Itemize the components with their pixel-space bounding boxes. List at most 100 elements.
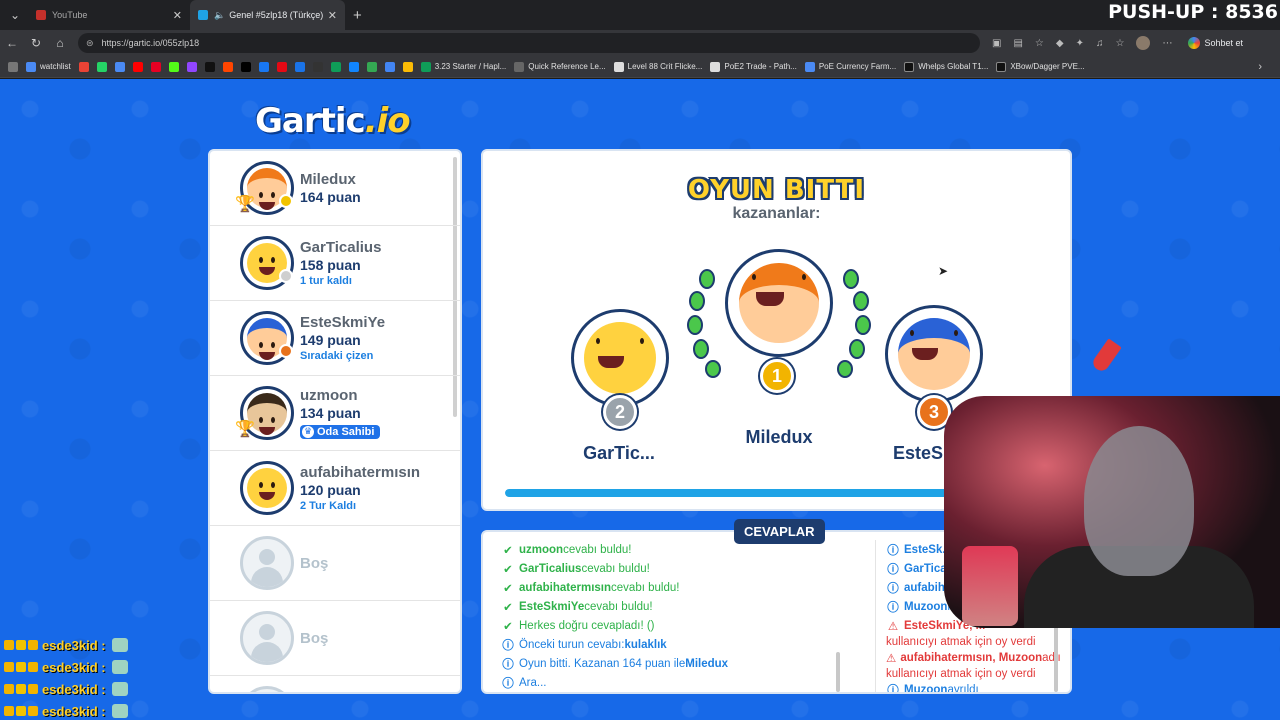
kick-icon[interactable]	[168, 61, 179, 72]
bookmark-site-icon[interactable]	[384, 61, 395, 72]
bookmark-poe-currency[interactable]: PoE Currency Farm...	[804, 61, 896, 72]
answer-message: ⓘ Oyun bitti. Kazanan 164 puan ile Miledu…	[501, 654, 851, 673]
twitch-icon[interactable]	[186, 61, 197, 72]
gmail-icon[interactable]	[78, 61, 89, 72]
extension-icon[interactable]: ◆	[1056, 38, 1064, 49]
message-highlight: kulaklık	[624, 638, 667, 651]
media-icon[interactable]: ♫	[1096, 38, 1104, 49]
empty-slot: Boş	[210, 526, 460, 601]
check-icon: ✔	[503, 563, 513, 576]
bookmarks-icon[interactable]: ☆	[1115, 38, 1124, 49]
profile-avatar[interactable]	[1136, 36, 1151, 50]
chevron-right-icon[interactable]: ›	[1258, 61, 1262, 73]
bookmark-quick-reference[interactable]: Quick Reference Le...	[514, 61, 606, 72]
message-text: cevabı buldu!	[584, 600, 653, 613]
new-tab-button[interactable]: +	[345, 7, 370, 24]
reader-icon[interactable]: ▤	[1013, 38, 1022, 49]
bookmark-watchlist[interactable]: watchlist	[26, 61, 71, 72]
winner-second-name: GarTic...	[583, 443, 655, 463]
tiktok-icon[interactable]	[204, 61, 215, 72]
bookmark-site-icon[interactable]	[294, 61, 305, 72]
bookmark-icon	[613, 61, 624, 72]
pushup-counter: PUSH-UP : 8536	[1108, 1, 1278, 23]
player-row[interactable]: 🏆 uzmoon 134 puan ♛ Oda Sahibi	[210, 376, 460, 451]
whatsapp-icon[interactable]	[96, 61, 107, 72]
message-user: uzmoon	[519, 543, 564, 556]
answer-message: ✔ aufabihatermısın cevabı buldu!	[501, 578, 851, 597]
bookmark-site-icon[interactable]	[330, 61, 341, 72]
avatar	[240, 311, 294, 365]
bookmark-site-icon[interactable]	[366, 61, 377, 72]
netflix-icon[interactable]	[276, 61, 287, 72]
trophy-icon: 🏆	[235, 196, 255, 213]
stream-chat-line: esde3kid :	[4, 700, 128, 720]
player-row[interactable]: EsteSkmiYe 149 puan Sıradaki çizen	[210, 301, 460, 376]
bookmark-icon	[804, 61, 815, 72]
player-status-text: 2 Tur Kaldı	[300, 500, 357, 512]
answer-message: ⓘ Ara...	[501, 673, 851, 692]
bookmark-poe2-trade[interactable]: PoE2 Trade - Path...	[710, 61, 797, 72]
bookmark-site-icon[interactable]	[312, 61, 323, 72]
answers-scrollbar[interactable]	[836, 652, 840, 692]
player-name: aufabihatermısın	[300, 464, 421, 481]
answer-message: ✔ GarTicalius cevabı buldu!	[501, 559, 851, 578]
bookmark-icon	[996, 61, 1007, 72]
close-tab-icon[interactable]: ✕	[328, 9, 337, 22]
reload-icon[interactable]: ↻	[24, 36, 48, 50]
install-icon[interactable]: ▣	[992, 38, 1001, 49]
gemini-chat-button[interactable]: Sohbet et	[1188, 37, 1243, 49]
gartic-logo: Gartic.io	[255, 101, 411, 141]
bookmark-starter[interactable]: 3.23 Starter / Hapl...	[420, 61, 506, 72]
status-dot	[279, 269, 293, 283]
star-icon[interactable]: ☆	[1035, 38, 1044, 49]
laurel-left-icon	[687, 269, 721, 378]
message-text: cevabı buldu!	[581, 562, 650, 575]
player-status-text: Sıradaki çizen	[300, 350, 374, 362]
tab-gartic[interactable]: 🔈 Genel #5zlp18 (Türkçe) - Gartic ✕	[190, 0, 345, 30]
tab-youtube[interactable]: YouTube ✕	[28, 0, 190, 30]
bookmark-icon	[904, 61, 915, 72]
home-icon[interactable]: ⌂	[48, 36, 72, 50]
player-row[interactable]: GarTicalius 158 puan 1 tur kaldı	[210, 226, 460, 301]
message-text: Ara...	[519, 676, 547, 689]
puzzle-icon[interactable]: ✦	[1076, 38, 1084, 49]
info-icon: ⓘ	[502, 677, 514, 690]
streamer-figure	[1084, 426, 1194, 576]
translate-icon[interactable]	[114, 61, 125, 72]
youtube-bookmark-icon[interactable]	[132, 61, 143, 72]
message-user: Muzoon	[904, 600, 948, 613]
answers-tab[interactable]: CEVAPLAR	[734, 519, 825, 544]
close-tab-icon[interactable]: ✕	[173, 9, 182, 22]
bookmark-site-icon[interactable]	[402, 61, 413, 72]
bookmark-whelps[interactable]: Whelps Global T1...	[904, 61, 988, 72]
tab-search-icon[interactable]: ⌄	[2, 2, 28, 28]
trophy-icon: 🏆	[235, 421, 255, 438]
player-row[interactable]: 🏆 Miledux 164 puan	[210, 151, 460, 226]
site-info-icon[interactable]: ⊜	[86, 38, 94, 49]
message-user: GarTicalius	[519, 562, 582, 575]
url-field[interactable]: ⊜ https://gartic.io/055zlp18	[78, 33, 980, 53]
bluesky-icon[interactable]	[348, 61, 359, 72]
facebook-icon[interactable]	[258, 61, 269, 72]
check-icon: ✔	[503, 620, 513, 633]
player-score: 164 puan	[300, 189, 361, 205]
pinterest-icon[interactable]	[150, 61, 161, 72]
room-owner-badge: ♛ Oda Sahibi	[300, 424, 381, 439]
bookmark-level88[interactable]: Level 88 Crit Flicke...	[613, 61, 702, 72]
reddit-icon[interactable]	[222, 61, 233, 72]
tab-strip-icon[interactable]	[8, 61, 18, 72]
back-icon[interactable]: ←	[0, 36, 24, 50]
x-icon[interactable]	[240, 61, 251, 72]
silver-medal-icon: 2	[603, 395, 637, 429]
stream-chat-overlay: esde3kid : esde3kid : esde3kid : esde3ki…	[4, 634, 128, 720]
bookmark-xbow[interactable]: XBow/Dagger PVE...	[996, 61, 1085, 72]
game-over-title: OYUN BITTI	[687, 175, 866, 205]
menu-icon[interactable]: ⋯	[1162, 38, 1172, 49]
message-text: Oyun bitti. Kazanan 164 puan ile	[519, 657, 686, 670]
webcam-overlay	[944, 396, 1280, 628]
message-text: Önceki turun cevabı:	[519, 638, 625, 651]
message-user: EsteSkmiYe	[519, 600, 585, 613]
player-row[interactable]: aufabihatermısın 120 puan 2 Tur Kaldı	[210, 451, 460, 526]
speaker-icon[interactable]: 🔈	[214, 10, 225, 21]
check-icon: ✔	[503, 544, 513, 557]
